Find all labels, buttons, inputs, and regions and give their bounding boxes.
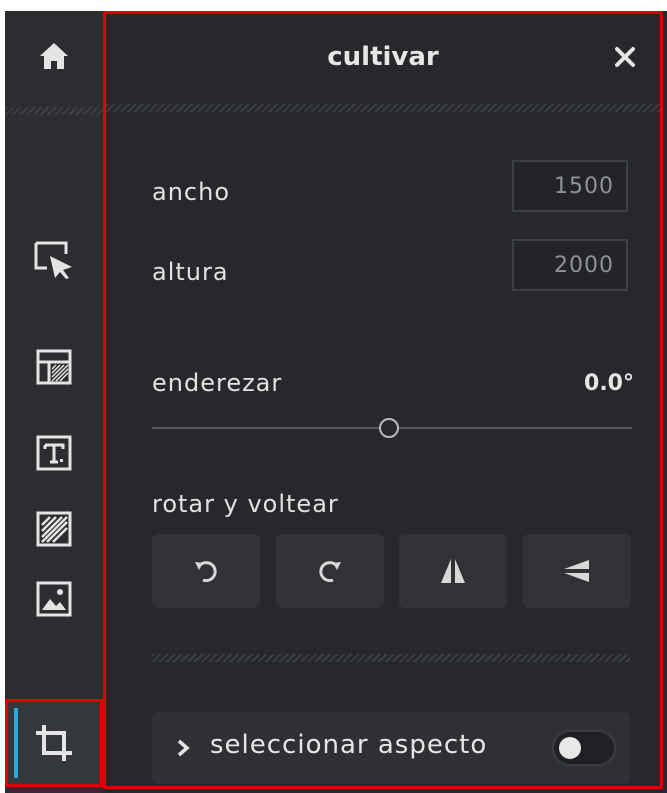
flip-horizontal-button[interactable] — [399, 534, 507, 608]
pattern-icon — [36, 511, 72, 547]
toggle-knob — [559, 737, 581, 759]
rotate-left-button[interactable] — [152, 534, 260, 608]
close-icon — [615, 47, 635, 67]
rotate-flip-label: rotar y voltear — [152, 490, 339, 518]
sidebar-item-select[interactable] — [5, 230, 103, 290]
sidebar-item-pattern[interactable] — [5, 499, 103, 559]
crop-panel: cultivar ancho altura enderezar 0.0° rot… — [103, 11, 663, 789]
close-button[interactable] — [610, 42, 640, 72]
sidebar — [5, 11, 103, 793]
width-input[interactable] — [512, 160, 628, 212]
sidebar-item-layout[interactable] — [5, 337, 103, 397]
panel-separator — [152, 654, 630, 662]
panel-title: cultivar — [327, 42, 439, 72]
active-indicator — [14, 708, 18, 778]
width-label: ancho — [152, 178, 231, 206]
height-input[interactable] — [512, 239, 628, 291]
crop-icon — [36, 725, 72, 761]
sidebar-separator — [5, 107, 103, 115]
sidebar-item-home[interactable] — [5, 26, 103, 86]
app-window: cultivar ancho altura enderezar 0.0° rot… — [5, 11, 667, 793]
layout-icon — [36, 349, 72, 385]
flip-vertical-button[interactable] — [523, 534, 631, 608]
height-label: altura — [152, 258, 229, 286]
select-pointer-icon — [34, 241, 72, 279]
sidebar-item-image[interactable] — [5, 569, 103, 629]
flip-vertical-icon — [564, 560, 589, 582]
sidebar-item-crop[interactable] — [5, 699, 103, 787]
home-icon — [40, 43, 68, 69]
select-aspect-label: seleccionar aspecto — [210, 730, 488, 760]
rotate-right-icon — [319, 561, 341, 583]
aspect-toggle[interactable] — [552, 730, 616, 766]
sidebar-item-text[interactable] — [5, 423, 103, 483]
straighten-slider-thumb[interactable] — [379, 418, 399, 438]
straighten-value: 0.0° — [584, 371, 634, 396]
select-aspect-row[interactable]: seleccionar aspecto — [152, 712, 630, 784]
image-icon — [36, 581, 72, 617]
flip-horizontal-icon — [441, 559, 465, 583]
panel-header-separator — [106, 104, 660, 112]
rotate-left-icon — [195, 561, 217, 583]
text-icon — [36, 435, 72, 471]
chevron-right-icon — [177, 739, 190, 757]
rotate-right-button[interactable] — [276, 534, 384, 608]
straighten-label: enderezar — [152, 369, 283, 397]
